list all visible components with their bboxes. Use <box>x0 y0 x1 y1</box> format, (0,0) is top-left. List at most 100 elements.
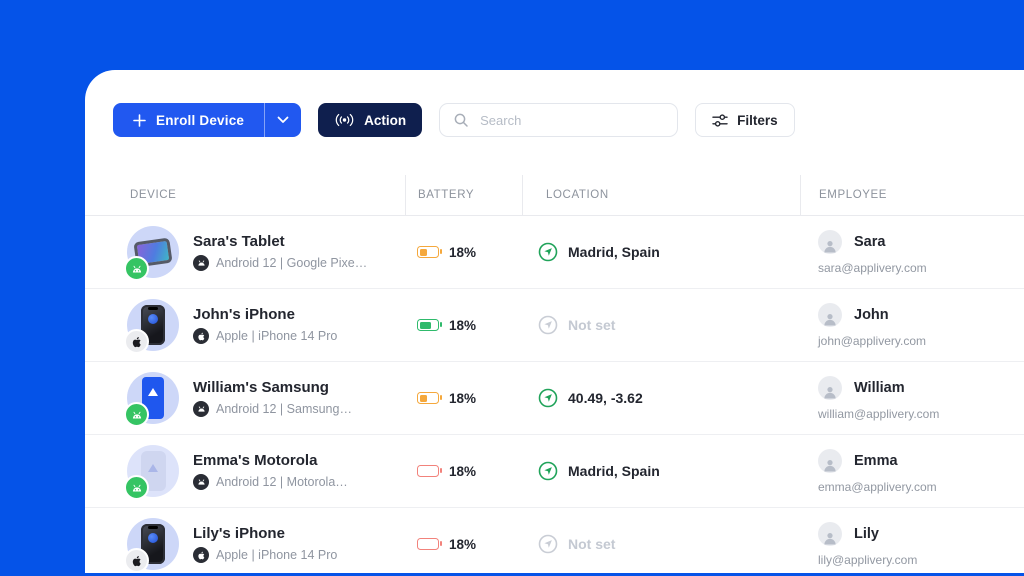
battery-percent: 18% <box>449 318 476 333</box>
device-meta: Lily's iPhone Apple | iPhone 14 Pro <box>193 525 337 563</box>
action-button[interactable]: Action <box>318 103 422 137</box>
person-icon <box>822 238 838 254</box>
employee-top: Sara <box>818 230 927 254</box>
employee-name: William <box>854 380 905 396</box>
employee-avatar <box>818 303 842 327</box>
device-os-row: Apple | iPhone 14 Pro <box>193 328 337 344</box>
location-cell: 40.49, -3.62 <box>522 388 800 408</box>
search-box[interactable] <box>439 103 678 137</box>
os-icon <box>193 255 209 271</box>
employee-avatar <box>818 522 842 546</box>
location-text: Madrid, Spain <box>568 463 660 479</box>
enroll-device-button[interactable]: Enroll Device <box>113 103 301 137</box>
device-os: Android 12 | Google Pixe… <box>216 256 367 270</box>
employee-email: lily@applivery.com <box>818 553 917 567</box>
device-os-row: Android 12 | Google Pixe… <box>193 255 367 271</box>
battery-cell: 18% <box>405 318 522 333</box>
device-os: Android 12 | Motorola… <box>216 475 348 489</box>
location-icon <box>538 534 558 554</box>
device-avatar <box>127 226 179 278</box>
table-row[interactable]: Emma's Motorola Android 12 | Motorola… 1… <box>85 435 1024 508</box>
battery-cell: 18% <box>405 537 522 552</box>
employee-cell: Emma emma@applivery.com <box>800 449 1024 494</box>
app-background: { "colors": { "background": "#0553e8", "… <box>0 0 1024 576</box>
battery-percent: 18% <box>449 537 476 552</box>
table-body: Sara's Tablet Android 12 | Google Pixe… … <box>85 216 1024 573</box>
enroll-dropdown-toggle[interactable] <box>265 103 301 137</box>
toolbar: Enroll Device Action Filters <box>113 103 795 137</box>
action-label: Action <box>364 113 406 128</box>
table-row[interactable]: John's iPhone Apple | iPhone 14 Pro 18% … <box>85 289 1024 362</box>
device-name: John's iPhone <box>193 306 337 323</box>
platform-badge <box>124 402 149 427</box>
location-icon <box>538 461 558 481</box>
employee-top: John <box>818 303 926 327</box>
battery-icon <box>417 319 439 331</box>
employee-info: Lily lily@applivery.com <box>818 522 917 567</box>
employee-avatar <box>818 449 842 473</box>
device-cell: William's Samsung Android 12 | Samsung… <box>85 372 405 424</box>
person-icon <box>822 457 838 473</box>
android-icon <box>131 264 143 274</box>
employee-name: Lily <box>854 526 879 542</box>
device-avatar <box>127 445 179 497</box>
employee-name: Sara <box>854 234 885 250</box>
person-icon <box>822 530 838 546</box>
os-icon <box>193 474 209 490</box>
battery-percent: 18% <box>449 464 476 479</box>
device-cell: Emma's Motorola Android 12 | Motorola… <box>85 445 405 497</box>
employee-top: William <box>818 376 939 400</box>
broadcast-icon <box>334 113 355 127</box>
person-icon <box>822 384 838 400</box>
column-header-location: LOCATION <box>522 175 800 215</box>
platform-badge <box>124 329 149 354</box>
device-avatar <box>127 299 179 351</box>
platform-badge <box>124 256 149 281</box>
device-meta: Sara's Tablet Android 12 | Google Pixe… <box>193 233 367 271</box>
search-input[interactable] <box>478 112 664 129</box>
device-os: Apple | iPhone 14 Pro <box>216 548 337 562</box>
table-row[interactable]: Lily's iPhone Apple | iPhone 14 Pro 18% … <box>85 508 1024 573</box>
device-os-row: Android 12 | Samsung… <box>193 401 352 417</box>
plus-icon <box>133 114 146 127</box>
enroll-device-main[interactable]: Enroll Device <box>113 103 264 137</box>
device-os-row: Android 12 | Motorola… <box>193 474 348 490</box>
battery-fill <box>420 249 428 256</box>
device-meta: William's Samsung Android 12 | Samsung… <box>193 379 352 417</box>
battery-icon <box>417 465 439 477</box>
column-header-device: DEVICE <box>85 175 405 215</box>
android-icon <box>131 483 143 493</box>
platform-badge <box>124 475 149 500</box>
battery-cell: 18% <box>405 245 522 260</box>
apple-icon <box>131 555 143 567</box>
filters-button[interactable]: Filters <box>695 103 795 137</box>
device-table: DEVICE BATTERY LOCATION EMPLOYEE Sara's … <box>85 175 1024 573</box>
apple-icon <box>131 336 143 348</box>
battery-fill <box>420 322 432 329</box>
person-icon <box>822 311 838 327</box>
battery-cell: 18% <box>405 391 522 406</box>
device-meta: Emma's Motorola Android 12 | Motorola… <box>193 452 348 490</box>
battery-cell: 18% <box>405 464 522 479</box>
employee-top: Lily <box>818 522 917 546</box>
device-name: Emma's Motorola <box>193 452 348 469</box>
location-cell: Not set <box>522 534 800 554</box>
android-icon <box>131 410 143 420</box>
location-cell: Not set <box>522 315 800 335</box>
employee-info: John john@applivery.com <box>818 303 926 348</box>
location-text: 40.49, -3.62 <box>568 390 643 406</box>
employee-cell: Sara sara@applivery.com <box>800 230 1024 275</box>
employee-email: john@applivery.com <box>818 334 926 348</box>
column-header-employee: EMPLOYEE <box>800 175 1024 215</box>
os-icon <box>193 328 209 344</box>
table-row[interactable]: William's Samsung Android 12 | Samsung… … <box>85 362 1024 435</box>
platform-badge <box>124 548 149 573</box>
battery-icon <box>417 246 439 258</box>
battery-icon <box>417 392 439 404</box>
employee-email: emma@applivery.com <box>818 480 937 494</box>
location-cell: Madrid, Spain <box>522 242 800 262</box>
employee-info: Sara sara@applivery.com <box>818 230 927 275</box>
employee-avatar <box>818 230 842 254</box>
employee-info: Emma emma@applivery.com <box>818 449 937 494</box>
table-row[interactable]: Sara's Tablet Android 12 | Google Pixe… … <box>85 216 1024 289</box>
